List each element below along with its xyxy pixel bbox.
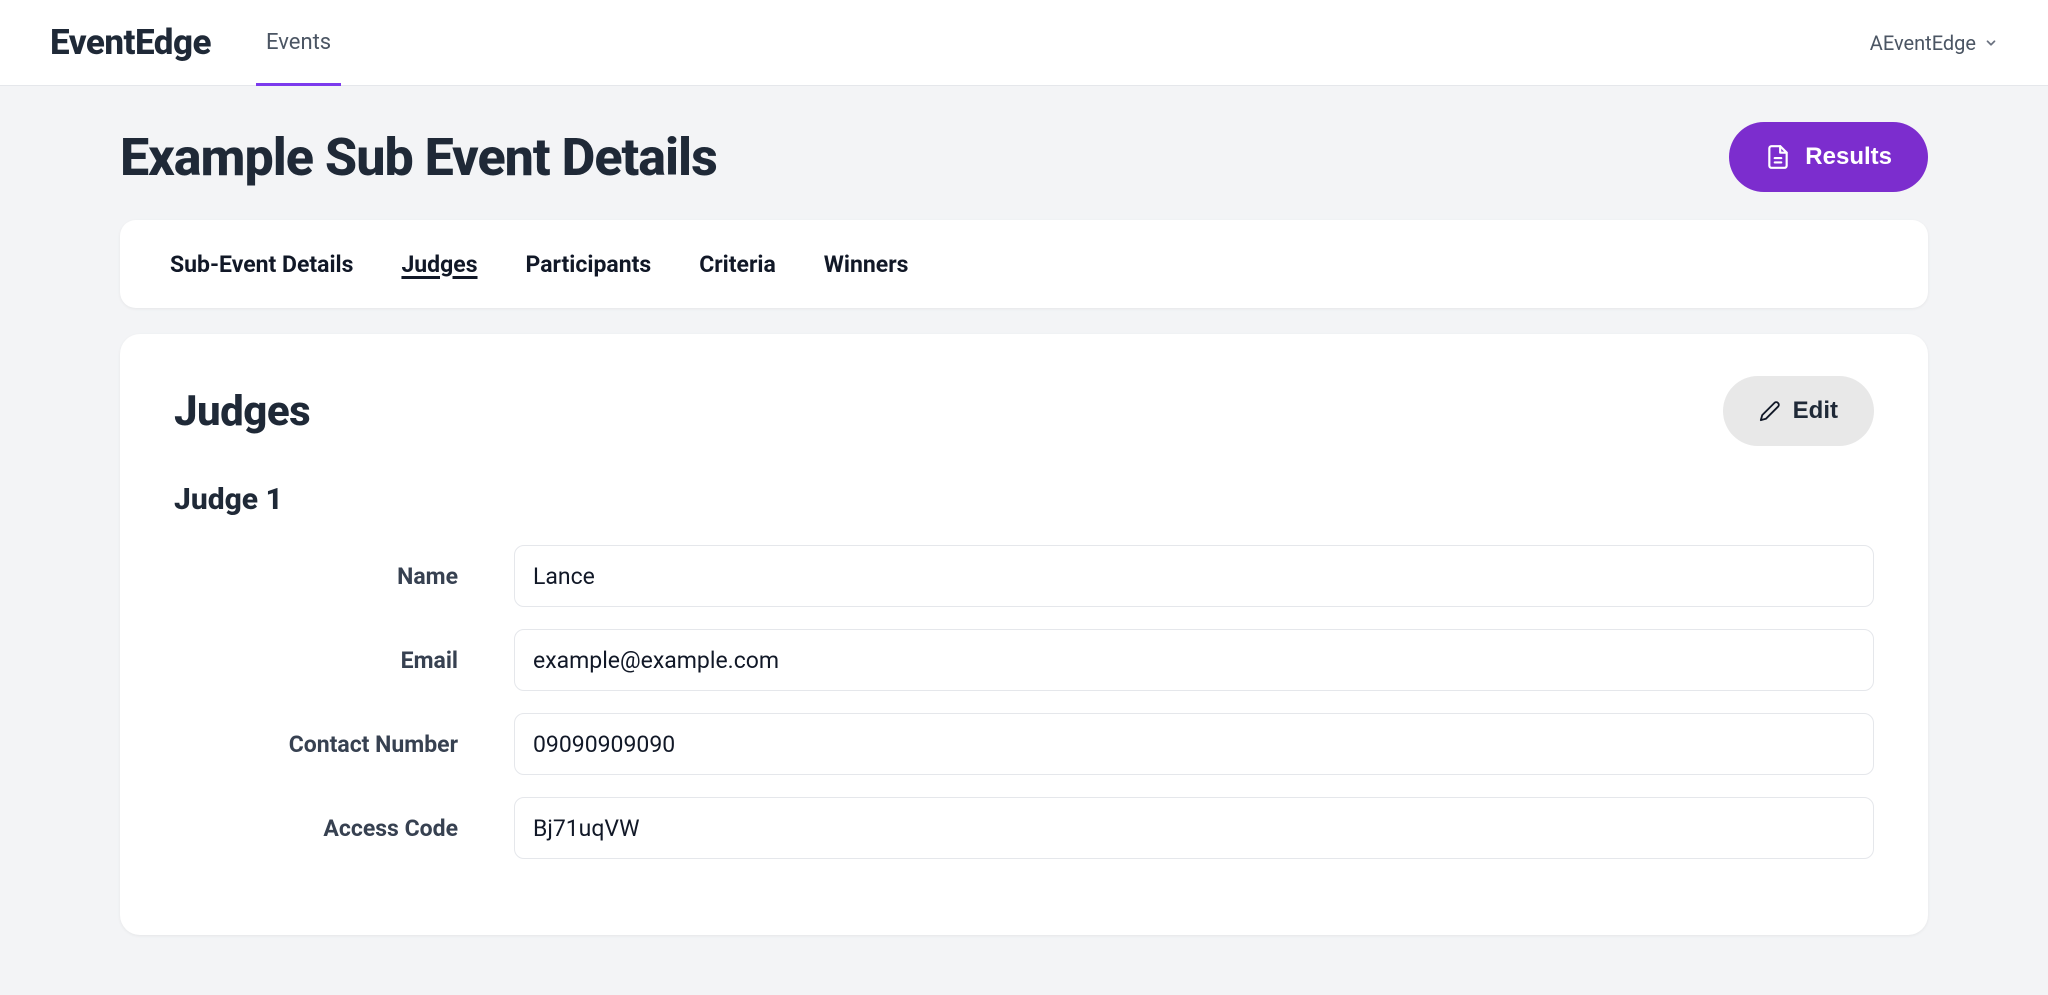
chevron-down-icon — [1984, 36, 1998, 50]
brand-logo: EventEdge — [50, 22, 211, 63]
nav-events[interactable]: Events — [266, 0, 331, 86]
access-code-field: Bj71uqVW — [514, 797, 1874, 859]
contact-label: Contact Number — [174, 731, 514, 758]
email-label: Email — [174, 647, 514, 674]
top-nav: EventEdge Events AEventEdge — [0, 0, 2048, 86]
results-button-label: Results — [1805, 143, 1892, 171]
name-label: Name — [174, 563, 514, 590]
field-row-access-code: Access Code Bj71uqVW — [174, 797, 1874, 859]
email-field: example@example.com — [514, 629, 1874, 691]
tabs-bar: Sub-Event Details Judges Participants Cr… — [120, 220, 1928, 308]
name-field: Lance — [514, 545, 1874, 607]
access-code-label: Access Code — [174, 815, 514, 842]
panel-title: Judges — [174, 387, 310, 436]
contact-field: 09090909090 — [514, 713, 1874, 775]
tab-criteria[interactable]: Criteria — [699, 251, 776, 278]
tab-judges[interactable]: Judges — [401, 251, 477, 278]
judge-heading: Judge 1 — [174, 482, 1874, 517]
field-row-contact: Contact Number 09090909090 — [174, 713, 1874, 775]
field-row-name: Name Lance — [174, 545, 1874, 607]
edit-button-label: Edit — [1793, 397, 1838, 425]
tab-sub-event-details[interactable]: Sub-Event Details — [170, 251, 353, 278]
judges-panel: Judges Edit Judge 1 Name Lance Email exa… — [120, 334, 1928, 935]
user-menu-label: AEventEdge — [1870, 31, 1976, 55]
user-menu[interactable]: AEventEdge — [1870, 31, 1998, 55]
field-row-email: Email example@example.com — [174, 629, 1874, 691]
edit-button[interactable]: Edit — [1723, 376, 1874, 446]
tab-participants[interactable]: Participants — [526, 251, 652, 278]
page-header: Example Sub Event Details Results — [120, 122, 1928, 192]
page-title: Example Sub Event Details — [120, 127, 717, 188]
results-icon — [1765, 144, 1791, 170]
nav-events-label: Events — [266, 30, 331, 55]
tab-winners[interactable]: Winners — [824, 251, 909, 278]
edit-icon — [1759, 400, 1781, 422]
results-button[interactable]: Results — [1729, 122, 1928, 192]
